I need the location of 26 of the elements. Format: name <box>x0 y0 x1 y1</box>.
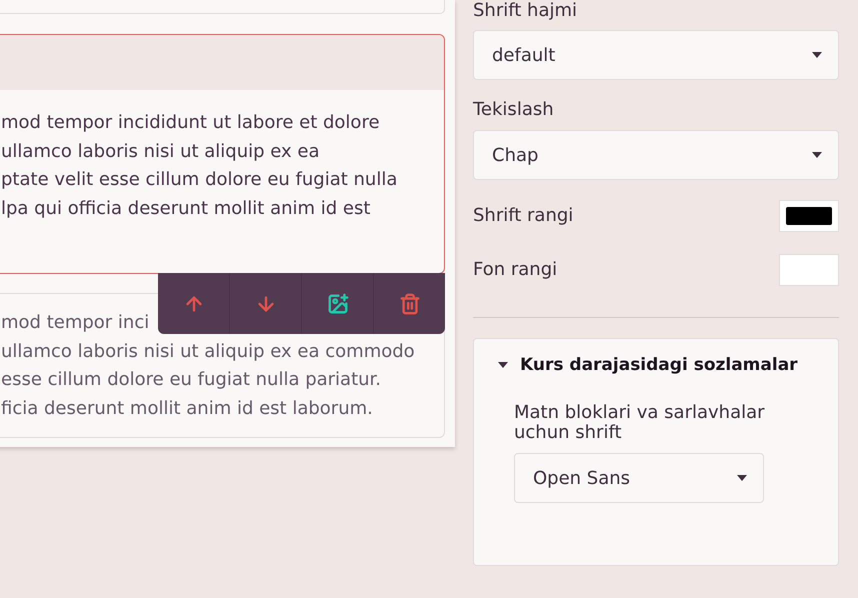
paragraph-line: esse cillum dolore eu fugiat nulla pariatur. <box>1 368 382 392</box>
color-picker[interactable] <box>779 254 839 286</box>
paragraph-line: ullamco laboris nisi ut aliquip ex ea commodo <box>1 340 415 364</box>
font-size-select[interactable]: default <box>473 30 839 80</box>
paragraph-line: ptate velit esse cillum dolore eu fugiat nulla <box>1 168 398 192</box>
trash-icon <box>398 292 420 314</box>
paragraph-line: lpa qui officia deserunt mollit anim id est <box>1 197 370 222</box>
section-toggle[interactable]: Kurs darajasidagi sozlamalar <box>494 355 798 375</box>
caret-icon <box>812 152 822 158</box>
paragraph-line: mod tempor incididunt ut labore et dolore <box>1 111 380 135</box>
color-picker[interactable] <box>779 200 839 232</box>
paragraph-line: mod tempor inci <box>1 311 150 335</box>
field-label: Shrift hajmi <box>473 0 578 22</box>
paragraph-line: ficia deserunt mollit anim id est laborum. <box>1 397 373 422</box>
caret-icon <box>498 362 508 368</box>
caret-icon <box>812 52 822 58</box>
content-block[interactable]: mod tempor incididunt ut labore et dolore ullamco laboris nisi ut aliquip ex ea ptate velit esse cillum dolore eu fugiat nulla lpa qui officia deserunt mollit anim id est <box>0 34 445 274</box>
field-label: Tekislash <box>473 99 554 121</box>
font-select[interactable]: Open Sans <box>514 453 764 503</box>
caret-icon <box>737 475 747 481</box>
field-label: Matn bloklari va sarlavhalar uchun shrift <box>514 403 766 443</box>
image-plus-icon <box>326 292 348 314</box>
field-label: Shrift rangi <box>473 205 574 227</box>
paragraph-line: ullamco laboris nisi ut aliquip ex ea <box>1 140 320 164</box>
field-label: Fon rangi <box>473 259 558 281</box>
alignment-select[interactable]: Chap <box>473 130 839 180</box>
